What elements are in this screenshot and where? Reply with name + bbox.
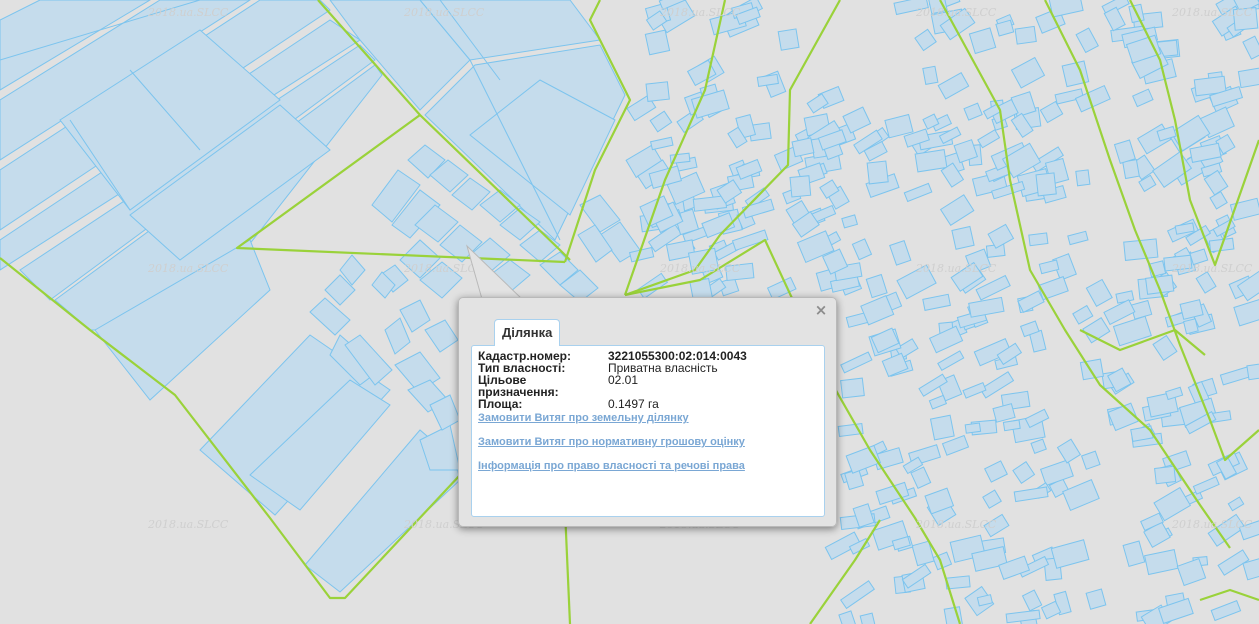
land-parcel[interactable] bbox=[1002, 419, 1021, 432]
land-parcel[interactable] bbox=[1079, 358, 1104, 381]
land-parcel[interactable] bbox=[1182, 318, 1199, 335]
land-parcel[interactable] bbox=[866, 160, 889, 185]
order-valuation-extract-link[interactable]: Замовити Витяг про нормативну грошову оц… bbox=[478, 436, 745, 449]
land-parcel[interactable] bbox=[964, 422, 982, 434]
attribute-key: Площа: bbox=[478, 397, 523, 411]
popup-pointer bbox=[466, 244, 524, 300]
land-parcel[interactable] bbox=[840, 377, 865, 399]
land-parcel[interactable] bbox=[1035, 172, 1057, 197]
attribute-key: Цільове призначення: bbox=[478, 373, 559, 399]
parcel-details-panel: Кадастр.номер: 3221055300:02:014:0043 Ти… bbox=[471, 345, 825, 517]
map-watermark: 2018.ua.SLCC bbox=[147, 262, 229, 275]
map-watermark: 2018.ua.SLCC bbox=[147, 518, 229, 531]
map-watermark: 2018.ua.SLCC bbox=[1171, 262, 1253, 275]
land-parcel[interactable] bbox=[1014, 25, 1037, 45]
close-icon[interactable]: × bbox=[814, 303, 828, 318]
order-land-extract-link[interactable]: Замовити Витяг про земельну ділянку bbox=[478, 412, 745, 425]
map-watermark: 2018.ua.SLCC bbox=[659, 6, 741, 19]
popup-links: Замовити Витяг про земельну ділянку Замо… bbox=[478, 412, 745, 484]
area-value: 0.1497 га bbox=[608, 397, 659, 411]
parcel-info-popup: × Ділянка Кадастр.номер: 3221055300:02:0… bbox=[458, 297, 837, 527]
land-parcel[interactable] bbox=[1075, 169, 1091, 187]
attribute-row-area: Площа: 0.1497 га bbox=[478, 398, 747, 410]
land-parcel[interactable] bbox=[789, 175, 812, 198]
land-parcel[interactable] bbox=[1122, 159, 1140, 180]
map-watermark: 2018.ua.SLCC bbox=[915, 262, 997, 275]
attribute-row-purpose: Цільове призначення: 02.01 bbox=[478, 374, 747, 398]
land-parcel[interactable] bbox=[929, 414, 955, 441]
map-watermark: 2018.ua.SLCC bbox=[1171, 518, 1253, 531]
land-parcel[interactable] bbox=[645, 81, 670, 102]
land-parcel[interactable] bbox=[1154, 465, 1177, 485]
land-parcel[interactable] bbox=[777, 28, 800, 51]
map-watermark: 2018.ua.SLCC bbox=[915, 6, 997, 19]
land-parcel[interactable] bbox=[951, 225, 975, 250]
land-parcel[interactable] bbox=[1028, 232, 1049, 247]
map-watermark: 2018.ua.SLCC bbox=[403, 6, 485, 19]
tab-parcel[interactable]: Ділянка bbox=[494, 319, 561, 346]
purpose-value: 02.01 bbox=[608, 373, 639, 387]
parcel-attributes-table: Кадастр.номер: 3221055300:02:014:0043 Ти… bbox=[478, 350, 747, 410]
map-watermark: 2018.ua.SLCC bbox=[659, 262, 741, 275]
land-parcel[interactable] bbox=[1246, 363, 1259, 381]
map-watermark: 2018.ua.SLCC bbox=[147, 6, 229, 19]
map-watermark: 2018.ua.SLCC bbox=[1171, 6, 1253, 19]
land-parcel[interactable] bbox=[914, 149, 948, 173]
ownership-rights-info-link[interactable]: Інформація про право власності та речові… bbox=[478, 460, 745, 473]
land-parcel[interactable] bbox=[922, 65, 939, 85]
map-watermark: 2018.ua.SLCC bbox=[915, 518, 997, 531]
land-parcel[interactable] bbox=[644, 29, 671, 56]
